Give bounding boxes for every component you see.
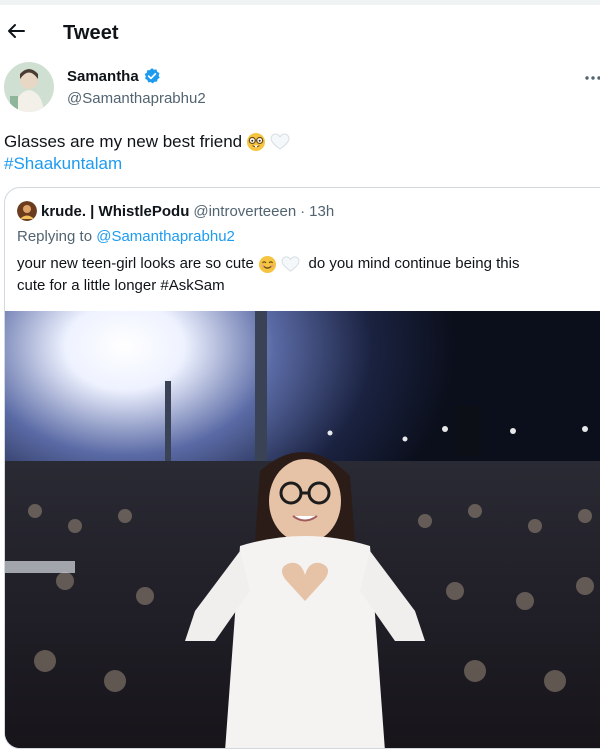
avatar-image (4, 62, 54, 112)
replying-to-prefix: Replying to (17, 228, 93, 245)
arrow-left-icon (8, 24, 25, 38)
quoted-separator: · (300, 202, 306, 220)
tweet-text: Glasses are my new best friend #Shaakunt… (4, 131, 290, 175)
author-display-name[interactable]: Samantha (67, 68, 139, 85)
quoted-tweet-text: your new teen-girl looks are so cute do … (17, 253, 587, 297)
replying-to-handle[interactable]: @Samanthaprabhu2 (96, 228, 235, 245)
more-options-button[interactable] (583, 68, 600, 88)
quoted-handle[interactable]: @introverteeen (193, 203, 296, 220)
concert-photo (5, 311, 600, 748)
quoted-text-part1: your new teen-girl looks are so cute (17, 255, 254, 272)
author-name-row: Samantha (67, 67, 161, 85)
replying-to-line: Replying to @Samanthaprabhu2 (17, 228, 235, 245)
page-title: Tweet (63, 22, 119, 44)
quoted-tweet-photo[interactable] (5, 311, 600, 748)
white-heart-emoji-icon (281, 255, 300, 272)
avatar[interactable] (4, 62, 54, 112)
quoted-tweet-header: krude. | WhistlePodu @introverteeen · 13… (17, 201, 334, 221)
quoted-avatar[interactable] (17, 201, 37, 221)
back-button[interactable] (6, 21, 26, 41)
page-header: Tweet (0, 5, 600, 57)
verified-badge-icon (144, 68, 160, 84)
author-handle[interactable]: @Samanthaprabhu2 (67, 90, 206, 107)
nerd-face-emoji-icon (247, 133, 266, 151)
quoted-display-name[interactable]: krude. | WhistlePodu (41, 203, 189, 220)
quoted-tweet[interactable]: krude. | WhistlePodu @introverteeen · 13… (4, 187, 600, 749)
white-heart-emoji-icon (270, 133, 290, 150)
more-horizontal-icon (585, 76, 600, 80)
quoted-timestamp[interactable]: 13h (309, 203, 334, 220)
quoted-text-line2: cute for a little longer #AskSam (17, 277, 225, 294)
quoted-text-part2: do you mind continue being this (308, 255, 520, 272)
quoted-avatar-image (17, 201, 37, 221)
hashtag-link[interactable]: #Shaakuntalam (4, 153, 122, 175)
smiling-face-emoji-icon (258, 255, 277, 273)
tweet-text-body: Glasses are my new best friend (4, 132, 243, 151)
